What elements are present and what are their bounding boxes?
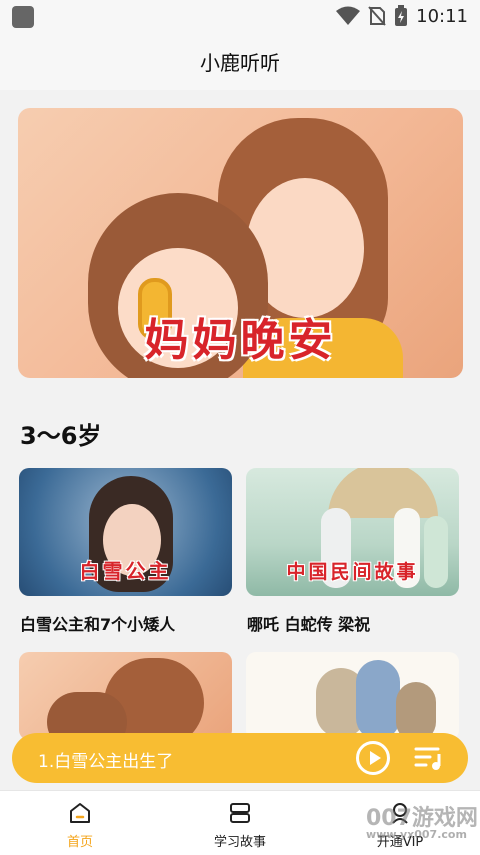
story-card[interactable] bbox=[19, 652, 232, 740]
story-card[interactable]: 中国民间故事 bbox=[246, 468, 459, 596]
watermark-url: www.yx007.com bbox=[366, 828, 467, 841]
banner-caption: 妈妈晚安 bbox=[144, 315, 337, 366]
battery-charging-icon bbox=[395, 5, 408, 26]
card-caption: 中国民间故事 bbox=[286, 561, 419, 583]
status-icons: 10:11 bbox=[336, 4, 468, 28]
tab-home[interactable]: 首页 bbox=[0, 791, 160, 855]
page-title: 小鹿听听 bbox=[200, 50, 280, 75]
playlist-icon[interactable] bbox=[414, 744, 444, 772]
card-title[interactable]: 哪吒 白蛇传 梁祝 bbox=[247, 611, 370, 635]
clock: 10:11 bbox=[416, 5, 468, 27]
story-card[interactable]: 白雪公主 bbox=[19, 468, 232, 596]
card-title[interactable]: 白雪公主和7个小矮人 bbox=[20, 611, 175, 635]
tab-study-stories[interactable]: 学习故事 bbox=[160, 791, 320, 855]
mini-player[interactable]: 1.白雪公主出生了 bbox=[12, 733, 468, 783]
app-notification-icon bbox=[12, 6, 34, 28]
stack-icon bbox=[230, 803, 250, 823]
story-card[interactable] bbox=[246, 652, 459, 740]
wifi-icon bbox=[336, 6, 361, 25]
card-illustration-rabbit bbox=[396, 682, 436, 740]
play-icon[interactable] bbox=[356, 741, 390, 775]
card-caption: 白雪公主 bbox=[79, 559, 172, 583]
title-bar: 小鹿听听 bbox=[0, 32, 480, 90]
card-illustration-rabbit bbox=[356, 660, 400, 740]
home-icon bbox=[70, 803, 90, 823]
now-playing-title[interactable]: 1.白雪公主出生了 bbox=[38, 747, 173, 772]
tab-label: 首页 bbox=[66, 835, 93, 850]
hero-banner[interactable]: 妈妈晚安 bbox=[18, 108, 463, 378]
tab-label: 学习故事 bbox=[213, 835, 266, 850]
status-bar: 10:11 bbox=[0, 0, 480, 32]
watermark: 007游戏网 www.yx007.com bbox=[366, 800, 478, 841]
section-title: 3～6岁 bbox=[20, 422, 102, 450]
no-sim-icon bbox=[368, 6, 386, 26]
